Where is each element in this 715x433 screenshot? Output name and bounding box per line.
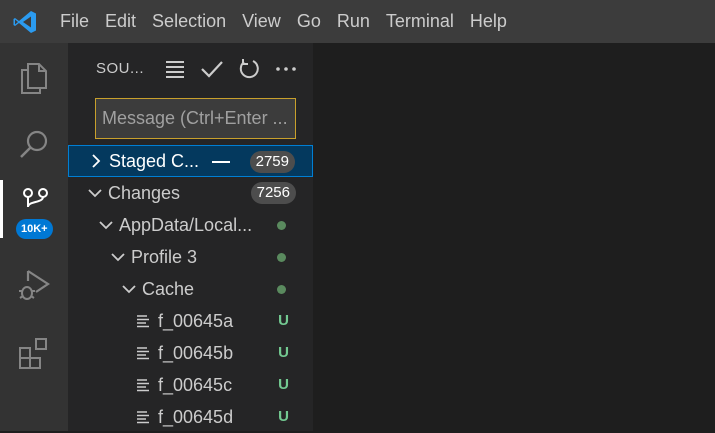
vscode-logo-icon bbox=[0, 0, 50, 43]
search-button[interactable] bbox=[0, 116, 68, 174]
editor-area bbox=[313, 43, 715, 431]
run-debug-button[interactable] bbox=[0, 256, 68, 314]
panel-header: SOU... bbox=[68, 43, 313, 93]
search-icon bbox=[20, 130, 48, 158]
text-file-icon bbox=[136, 346, 152, 360]
folder-label: Profile 3 bbox=[131, 246, 198, 267]
folder-row[interactable]: AppData/Local... bbox=[68, 209, 313, 241]
file-row[interactable]: f_00645d U bbox=[68, 401, 313, 433]
extensions-icon bbox=[19, 338, 47, 369]
menu-file[interactable]: File bbox=[50, 0, 97, 43]
check-icon bbox=[200, 61, 223, 78]
modified-dot bbox=[277, 221, 286, 230]
untracked-status: U bbox=[278, 344, 289, 361]
text-file-icon bbox=[136, 314, 152, 328]
file-name: f_00645b bbox=[158, 342, 234, 363]
file-row[interactable]: f_00645c U bbox=[68, 369, 313, 401]
chevron-down-icon bbox=[121, 281, 137, 297]
panel-actions bbox=[156, 55, 304, 83]
explorer-button[interactable] bbox=[0, 49, 68, 107]
ellipsis-icon bbox=[275, 67, 296, 71]
chevron-down-icon bbox=[87, 185, 103, 201]
staged-changes-label: Staged C... bbox=[109, 150, 200, 171]
changes-count-badge: 7256 bbox=[250, 182, 296, 204]
modified-dot bbox=[277, 285, 286, 294]
file-row[interactable]: f_00645b U bbox=[68, 337, 313, 369]
file-name: f_00645c bbox=[158, 374, 233, 395]
menu-run[interactable]: Run bbox=[329, 0, 378, 43]
file-name: f_00645d bbox=[158, 406, 234, 427]
chevron-down-icon bbox=[98, 217, 114, 233]
staged-count-badge: 2759 bbox=[249, 151, 295, 173]
unstage-all-icon[interactable] bbox=[212, 161, 230, 163]
menu-view[interactable]: View bbox=[234, 0, 289, 43]
source-control-icon bbox=[22, 188, 48, 208]
source-control-panel: SOU... Message (Ctrl+Enter ... Staged C.… bbox=[68, 43, 313, 431]
files-icon bbox=[21, 63, 47, 94]
staged-changes-group[interactable]: Staged C... 2759 bbox=[68, 145, 313, 177]
changes-group[interactable]: Changes 7256 bbox=[68, 177, 313, 209]
folder-label: Cache bbox=[142, 278, 195, 299]
modified-dot bbox=[277, 253, 286, 262]
file-row[interactable]: f_00645a U bbox=[68, 305, 313, 337]
chevron-down-icon bbox=[110, 249, 126, 265]
extensions-button[interactable] bbox=[0, 324, 68, 382]
activity-bar: 10K+ bbox=[0, 43, 68, 431]
refresh-button[interactable] bbox=[230, 55, 267, 83]
run-debug-icon bbox=[19, 270, 51, 300]
folder-row[interactable]: Profile 3 bbox=[68, 241, 313, 273]
list-icon bbox=[165, 61, 184, 78]
file-name: f_00645a bbox=[158, 310, 234, 331]
commit-message-box bbox=[95, 98, 296, 139]
menu-selection[interactable]: Selection bbox=[144, 0, 234, 43]
source-control-badge: 10K+ bbox=[16, 219, 53, 239]
folder-row[interactable]: Cache bbox=[68, 273, 313, 305]
panel-title: SOU... bbox=[96, 60, 145, 77]
menu-go[interactable]: Go bbox=[289, 0, 329, 43]
menu-bar: File Edit Selection View Go Run Terminal… bbox=[50, 0, 515, 43]
text-file-icon bbox=[136, 378, 152, 392]
untracked-status: U bbox=[278, 312, 289, 329]
folder-label: AppData/Local... bbox=[119, 214, 253, 235]
untracked-status: U bbox=[278, 376, 289, 393]
changes-label: Changes bbox=[108, 182, 181, 203]
chevron-right-icon bbox=[88, 153, 104, 169]
title-bar: File Edit Selection View Go Run Terminal… bbox=[0, 0, 715, 43]
refresh-icon bbox=[239, 59, 259, 79]
untracked-status: U bbox=[278, 408, 289, 425]
menu-help[interactable]: Help bbox=[462, 0, 515, 43]
commit-button[interactable] bbox=[193, 55, 230, 83]
menu-edit[interactable]: Edit bbox=[97, 0, 144, 43]
more-actions-button[interactable] bbox=[267, 55, 304, 83]
menu-terminal[interactable]: Terminal bbox=[378, 0, 462, 43]
text-file-icon bbox=[136, 410, 152, 424]
commit-message-input[interactable] bbox=[96, 99, 295, 138]
view-as-list-button[interactable] bbox=[156, 55, 193, 83]
